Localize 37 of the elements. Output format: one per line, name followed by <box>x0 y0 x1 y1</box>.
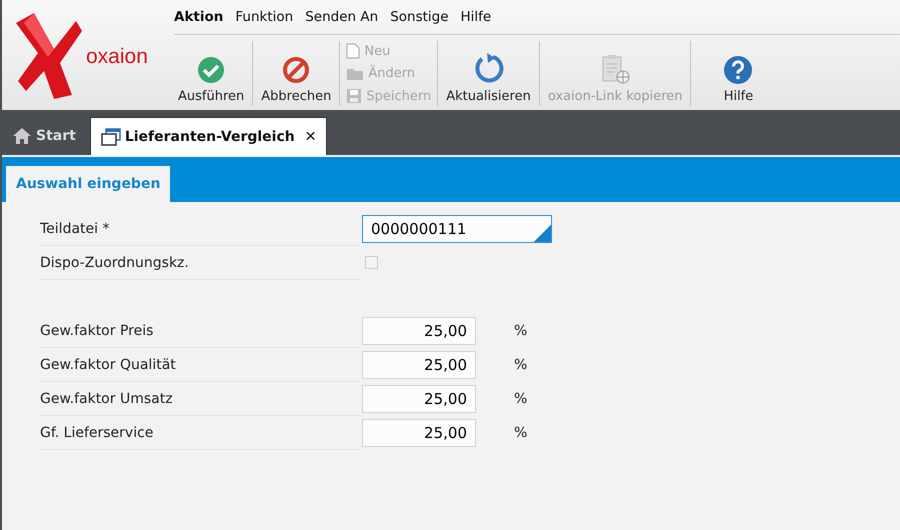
input-field[interactable]: 25,00 <box>362 350 476 378</box>
toolbar-button[interactable]: Abbrechen <box>257 41 336 106</box>
field-label: Dispo-Zuordnungskz. <box>40 254 190 270</box>
input-field[interactable]: 25,00 <box>362 316 476 344</box>
menu-item[interactable]: Sonstige <box>390 9 449 25</box>
check-icon <box>196 55 226 85</box>
page-icon <box>346 43 360 59</box>
help-icon <box>723 55 754 85</box>
toolbar-button[interactable]: Hilfe <box>695 41 782 106</box>
field-label: Gew.faktor Umsatz <box>40 390 174 406</box>
toolbar-button[interactable]: Aktualisieren <box>442 41 535 106</box>
tab[interactable]: Lieferanten-Vergleich ✕ <box>90 117 328 155</box>
field-label: Gew.faktor Qualität <box>40 356 177 372</box>
menu-item[interactable]: Senden An <box>305 9 378 25</box>
field-label: Teildatei * <box>40 220 110 236</box>
cancel-icon <box>281 55 312 85</box>
unit-label: % <box>514 356 528 372</box>
unit-label: % <box>514 424 528 440</box>
close-button[interactable]: ✕ <box>304 128 316 144</box>
toolbar-button[interactable]: Ausführen <box>174 41 248 106</box>
checkbox[interactable] <box>365 256 378 269</box>
input-field[interactable]: 0000000111 <box>362 214 552 242</box>
input-field[interactable]: 25,00 <box>362 384 476 412</box>
field-label: Gf. Lieferservice <box>40 424 154 440</box>
unit-label: % <box>514 390 528 406</box>
menu-item[interactable]: Funktion <box>235 9 294 25</box>
logo-x-icon <box>14 11 84 99</box>
unit-label: % <box>514 322 528 338</box>
input-field[interactable]: 25,00 <box>362 418 476 446</box>
logo-text: oxaion <box>86 45 148 69</box>
tab[interactable]: Start <box>2 117 86 155</box>
menu-item[interactable]: Hilfe <box>460 9 492 25</box>
folder-icon <box>346 66 364 80</box>
home-icon <box>12 127 32 145</box>
windows-icon <box>100 128 121 146</box>
menu-item[interactable]: Aktion <box>174 9 224 25</box>
field-label: Gew.faktor Preis <box>40 322 154 338</box>
